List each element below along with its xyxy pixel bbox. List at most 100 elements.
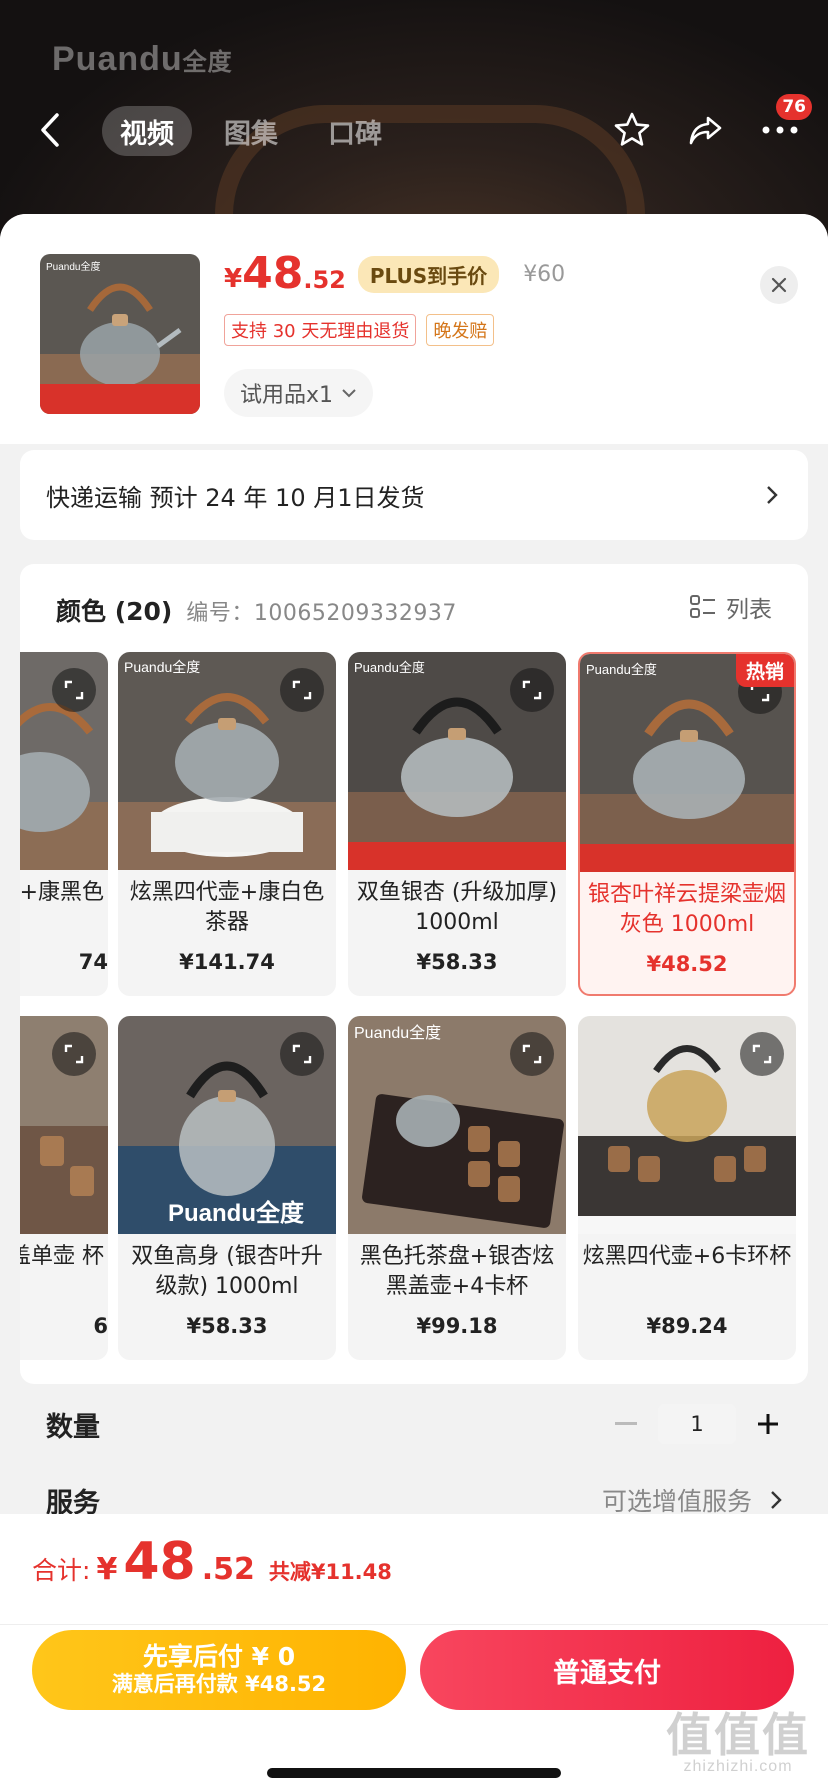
more-button[interactable]: 76 [758,94,812,152]
sheet-header: Puandu全度 ¥ 48 .52 PLUS到手价 ¥60 支持 30 天无理由… [0,214,828,444]
expand-icon[interactable] [510,1032,554,1076]
option-name: 盖单壶 杯 [20,1244,104,1269]
teapot-image: Puandu全度 [40,254,200,414]
spec-selector[interactable]: 试用品x1 [224,369,374,417]
brand-logo: Puandu全度 [52,40,233,78]
notification-badge: 76 [776,94,812,120]
option-price: ¥141.74 [179,950,275,974]
tab-reviews[interactable]: 口碑 [310,106,400,156]
color-option[interactable]: Puandu全度 双鱼银杏 (升级加厚) 1000ml ¥58.33 [348,652,566,996]
expand-icon[interactable] [740,1032,784,1076]
spec-selector-label: 试用品x1 [240,383,334,408]
chevron-right-icon [766,1490,786,1510]
svg-text:Puandu全度: Puandu全度 [124,659,200,675]
tab-video[interactable]: 视频 [102,106,192,156]
quantity-input[interactable]: 1 [658,1404,736,1444]
total-symbol: ¥ [96,1552,118,1587]
decrement-button[interactable] [608,1406,644,1442]
watermark: 值值值 zhizhizhi.com [666,1709,810,1775]
color-options-card: 颜色 (20) 编号：10065209332937 列表 +康黑色 74 Pua… [20,564,808,1384]
list-icon [690,595,715,618]
home-indicator [267,1768,561,1778]
close-button[interactable] [760,266,798,304]
chevron-down-icon [342,389,356,398]
shipping-text: 快递运输 预计 24 年 10 月1日发货 [46,483,425,512]
list-toggle-label: 列表 [726,597,772,623]
option-name: 黑色托茶盘+银杏炫黑盖壶+4卡杯 [359,1244,555,1299]
pay-later-title: 先享后付 ¥ 0 [142,1642,296,1672]
total-row: 合计: ¥ 48 .52 共减¥11.48 [32,1536,392,1588]
divider [0,1624,828,1625]
option-price: 6 [93,1314,108,1338]
shipping-row[interactable]: 快递运输 预计 24 年 10 月1日发货 [20,450,808,540]
option-name: +康黑色 [20,880,104,905]
svg-text:Puandu全度: Puandu全度 [168,1199,305,1227]
color-header: 颜色 (20) 编号：10065209332937 [56,592,457,628]
quantity-row: 数量 1 [46,1394,786,1454]
color-option[interactable]: 炫黑四代壶+6卡环杯 ¥89.24 [578,1016,796,1360]
close-icon [771,277,787,293]
option-name: 双鱼高身 (银杏叶升级款) 1000ml [131,1244,323,1299]
svg-text:Puandu全度: Puandu全度 [46,260,100,273]
header-actions: 76 [610,94,812,152]
option-name: 炫黑四代壶+6卡环杯 [582,1244,792,1269]
color-option[interactable]: Puandu全度 炫黑四代壶+康白色茶器 ¥141.74 [118,652,336,996]
media-tabs: 视频 图集 口碑 [102,106,400,156]
total-decimal: .52 [201,1552,255,1587]
pay-button[interactable]: 普通支付 [420,1630,794,1710]
svg-text:Puandu全度: Puandu全度 [586,662,657,677]
service-value: 可选增值服务 [601,1487,752,1516]
checkout-footer: 合计: ¥ 48 .52 共减¥11.48 先享后付 ¥ 0 满意后再付款 ¥4… [0,1514,828,1792]
star-icon [614,112,650,146]
option-name: 双鱼银杏 (升级加厚) 1000ml [356,880,558,935]
original-price: ¥60 [523,261,566,287]
color-option[interactable]: Puandu全度 双鱼高身 (银杏叶升级款) 1000ml ¥58.33 [118,1016,336,1360]
expand-icon[interactable] [280,668,324,712]
increment-button[interactable] [750,1406,786,1442]
product-code: 编号：10065209332937 [186,601,457,626]
color-option[interactable]: +康黑色 74 [20,652,108,996]
chevron-right-icon [762,485,782,505]
list-view-toggle[interactable]: 列表 [690,590,772,624]
back-arrow-icon [41,113,59,147]
price-row: ¥ 48 .52 PLUS到手价 ¥60 [224,252,565,296]
tab-gallery[interactable]: 图集 [206,106,296,156]
svg-text:Puandu全度: Puandu全度 [354,1024,441,1042]
option-price: 74 [78,950,108,974]
return-policy-tag: 支持 30 天无理由退货 [224,314,417,346]
option-price: ¥48.52 [646,952,728,976]
plus-icon [758,1414,778,1434]
color-option-selected[interactable]: Puandu全度 热销 银杏叶祥云提梁壶烟灰色 1000ml ¥48.52 [578,652,796,996]
expand-icon[interactable] [52,1032,96,1076]
share-icon [689,116,722,145]
price-integer: 48 [242,248,304,299]
hot-sale-badge: 热销 [735,654,794,687]
quantity-label: 数量 [46,1411,100,1443]
minus-icon [615,1422,637,1425]
pay-later-button[interactable]: 先享后付 ¥ 0 满意后再付款 ¥48.52 [32,1630,406,1710]
price-decimal: .52 [303,266,346,294]
color-option[interactable]: Puandu全度 黑色托茶盘+银杏炫黑盖壶+4卡杯 ¥99.18 [348,1016,566,1360]
svg-text:Puandu全度: Puandu全度 [354,660,425,675]
option-price: ¥58.33 [186,1314,268,1338]
expand-icon[interactable] [510,668,554,712]
expand-icon[interactable] [280,1032,324,1076]
option-price: ¥89.24 [646,1314,728,1338]
total-label: 合计: [32,1556,91,1585]
plus-price-badge: PLUS到手价 [357,255,500,293]
option-name: 银杏叶祥云提梁壶烟灰色 1000ml [587,882,786,937]
total-discount: 共减¥11.48 [268,1560,392,1584]
expand-icon[interactable] [52,668,96,712]
price-symbol: ¥ [224,264,243,294]
service-tags: 支持 30 天无理由退货 晚发赔 [224,314,495,346]
option-price: ¥58.33 [416,950,498,974]
favorite-button[interactable] [610,108,654,152]
back-button[interactable] [32,108,68,152]
more-dots-icon [762,126,798,134]
product-thumbnail[interactable]: Puandu全度 [40,254,200,414]
pay-later-subtitle: 满意后再付款 ¥48.52 [111,1672,327,1697]
share-button[interactable] [684,108,728,152]
late-delivery-tag: 晚发赔 [426,314,495,346]
color-option[interactable]: 盖单壶 杯 6 [20,1016,108,1360]
total-integer: 48 [123,1532,196,1592]
